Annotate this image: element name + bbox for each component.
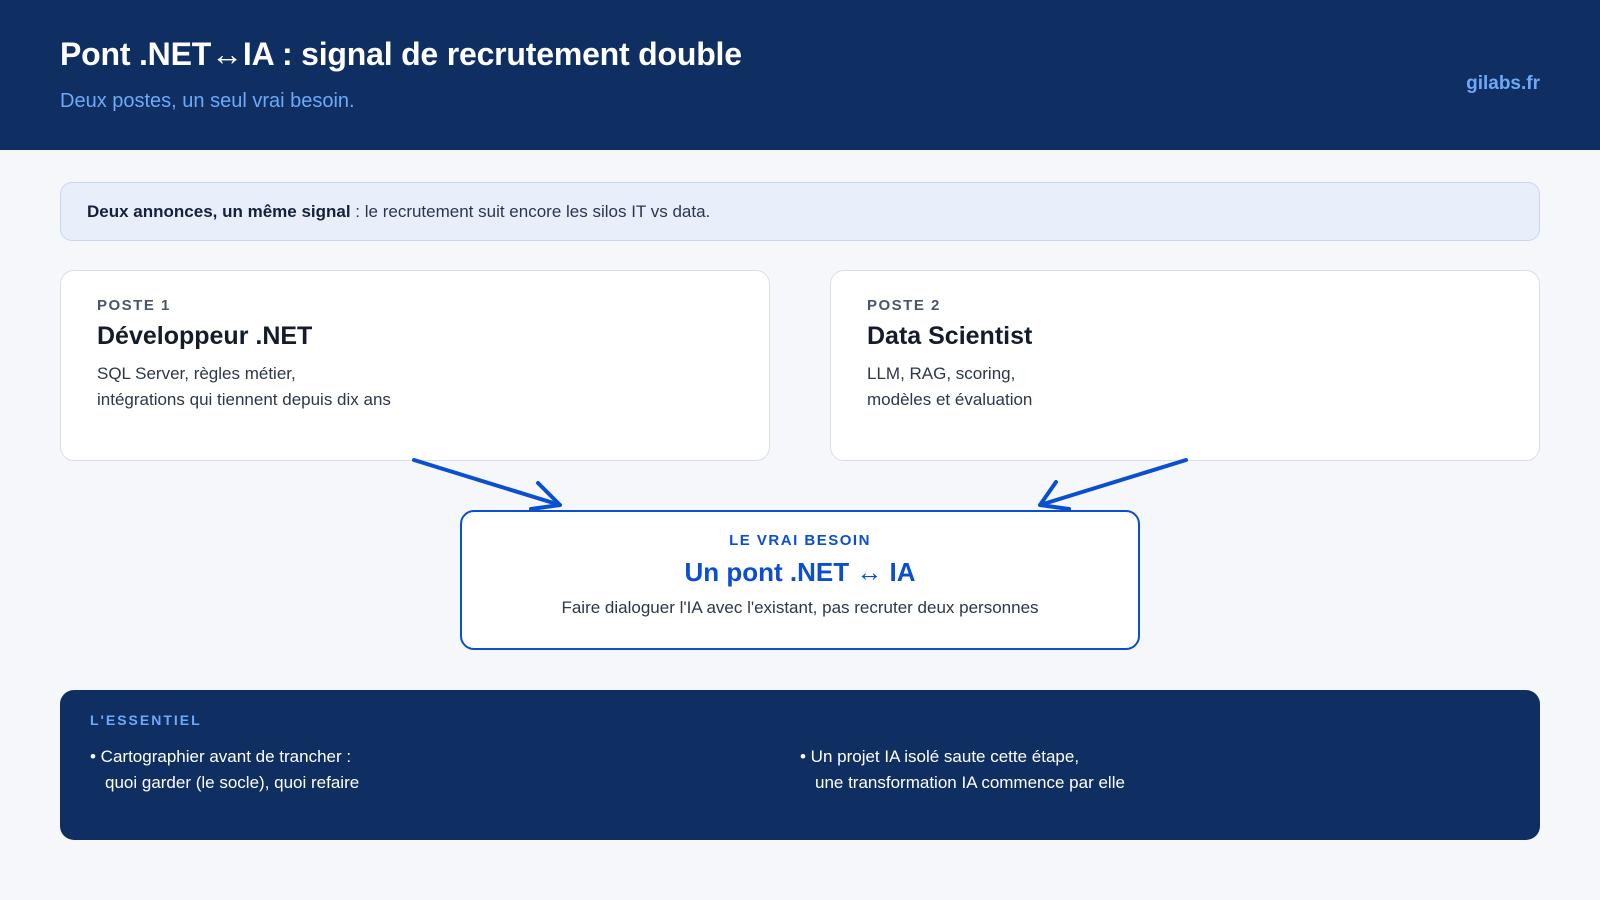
card-title: Développeur .NET xyxy=(97,322,313,350)
card-line: modèles et évaluation xyxy=(867,390,1033,409)
arrow-right xyxy=(1038,458,1188,511)
essentials-line: • Cartographier avant de trancher : xyxy=(90,747,352,766)
card-line: SQL Server, règles métier, xyxy=(97,364,296,383)
signal-notice: Deux annonces, un même signal : le recru… xyxy=(60,182,1540,241)
brand-label: gilabs.fr xyxy=(1466,73,1540,94)
page-title: Pont .NET↔IA : signal de recrutement dou… xyxy=(60,36,742,72)
essentials-line: une transformation IA commence par elle xyxy=(815,773,1125,792)
need-title: Un pont .NET ↔ IA xyxy=(684,557,916,587)
card-description: SQL Server, règles métier, intégrations … xyxy=(97,361,733,413)
need-kicker: LE VRAI BESOIN xyxy=(729,532,871,549)
notice-rest: : le recrutement suit encore les silos I… xyxy=(350,201,711,221)
essentials-item: • Un projet IA isolé saute cette étape, … xyxy=(800,744,1510,796)
card-line: LLM, RAG, scoring, xyxy=(867,364,1016,383)
essentials-line: • Un projet IA isolé saute cette étape, xyxy=(800,747,1080,766)
header-banner: Pont .NET↔IA : signal de recrutement dou… xyxy=(0,0,1600,150)
card-title: Data Scientist xyxy=(867,322,1033,350)
arrow-left xyxy=(412,458,562,511)
job-card-dotnet: POSTE 1 Développeur .NET SQL Server, règ… xyxy=(60,270,770,461)
job-card-data-scientist: POSTE 2 Data Scientist LLM, RAG, scoring… xyxy=(830,270,1540,461)
real-need-box: LE VRAI BESOIN Un pont .NET ↔ IA Faire d… xyxy=(460,510,1140,650)
essentials-kicker: L'ESSENTIEL xyxy=(90,712,202,728)
need-description: Faire dialoguer l'IA avec l'existant, pa… xyxy=(561,598,1039,617)
page-subtitle: Deux postes, un seul vrai besoin. xyxy=(60,90,355,112)
card-kicker: POSTE 2 xyxy=(867,297,941,314)
notice-text: Deux annonces, un même signal : le recru… xyxy=(87,202,710,222)
card-line: intégrations qui tiennent depuis dix ans xyxy=(97,390,391,409)
essentials-item: • Cartographier avant de trancher : quoi… xyxy=(90,744,800,796)
card-description: LLM, RAG, scoring, modèles et évaluation xyxy=(867,361,1503,413)
essentials-line: quoi garder (le socle), quoi refaire xyxy=(105,773,360,792)
notice-strong: Deux annonces, un même signal xyxy=(87,201,351,221)
essentials-columns: • Cartographier avant de trancher : quoi… xyxy=(90,744,1510,796)
essentials-panel: L'ESSENTIEL • Cartographier avant de tra… xyxy=(60,690,1540,840)
card-kicker: POSTE 1 xyxy=(97,297,171,314)
